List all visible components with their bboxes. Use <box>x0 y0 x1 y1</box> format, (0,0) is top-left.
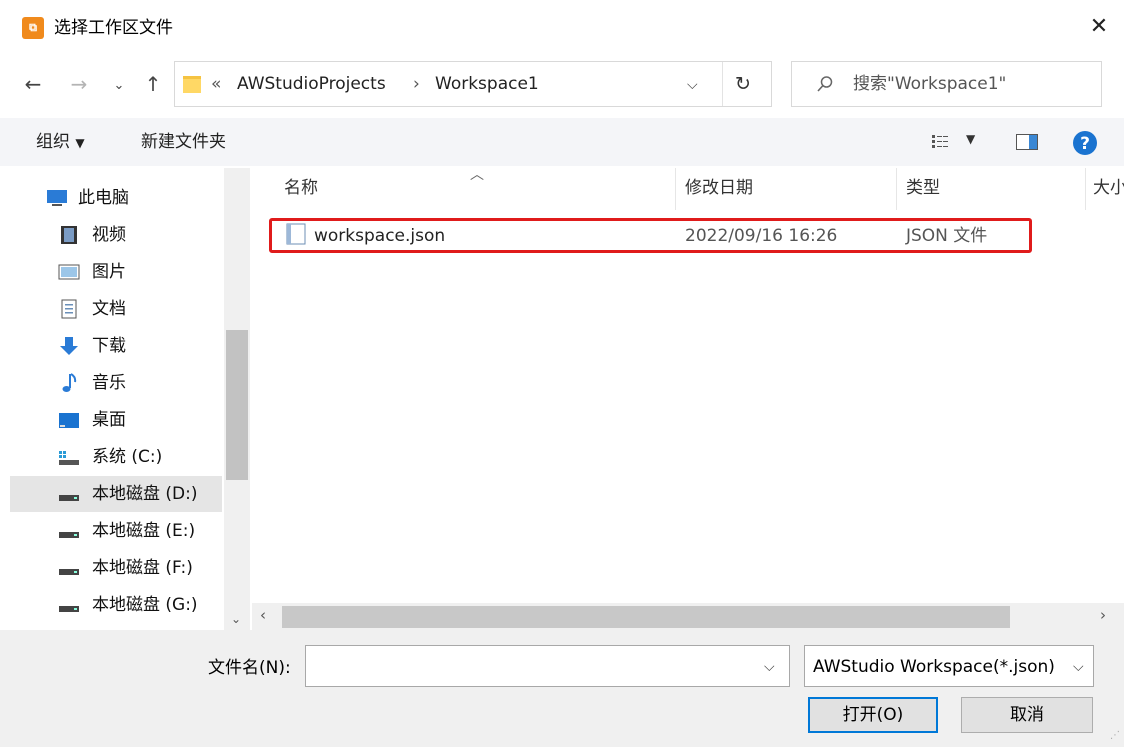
back-button[interactable]: ← <box>20 72 46 96</box>
sidebar-item-videos[interactable]: 视频 <box>10 217 222 253</box>
video-icon <box>61 226 77 244</box>
drive-icon <box>59 532 79 538</box>
close-icon: ✕ <box>1089 14 1109 39</box>
view-options-icon[interactable] <box>932 134 950 150</box>
sidebar-item-system-c[interactable]: 系统 (C:) <box>10 439 222 475</box>
column-divider[interactable] <box>896 168 897 210</box>
close-button[interactable]: ✕ <box>1082 10 1116 44</box>
recent-locations-button[interactable]: ⌄ <box>110 74 128 98</box>
sidebar-item-pictures[interactable]: 图片 <box>10 254 222 290</box>
horizontal-scroll-thumb[interactable] <box>282 606 1010 628</box>
help-icon[interactable]: ? <box>1072 130 1098 156</box>
download-icon <box>60 337 78 355</box>
column-header-size[interactable]: 大小 <box>1093 176 1124 200</box>
column-header-size-clip: 大小 <box>1093 168 1124 210</box>
preview-pane-icon[interactable] <box>1016 134 1038 150</box>
resize-grip-icon[interactable]: ⋰ <box>1110 730 1120 741</box>
sort-ascending-icon: ︿ <box>470 167 484 183</box>
sidebar-item-drive-e[interactable]: 本地磁盘 (E:) <box>10 513 222 549</box>
sidebar-item-drive-g[interactable]: 本地磁盘 (G:) <box>10 587 222 623</box>
filename-input[interactable] <box>305 645 790 687</box>
address-history-dropdown[interactable]: ⌵ <box>687 75 698 95</box>
scroll-left-icon[interactable]: ‹ <box>260 606 266 624</box>
search-placeholder: 搜索"Workspace1" <box>853 74 1007 94</box>
breadcrumb-overflow[interactable]: « <box>211 73 221 95</box>
arrow-right-icon: → <box>70 72 88 96</box>
document-icon <box>61 299 77 319</box>
organize-button[interactable]: 组织 ▼ <box>36 130 85 155</box>
filetype-select[interactable]: AWStudio Workspace(*.json) ⌵ <box>804 645 1094 687</box>
column-divider[interactable] <box>1085 168 1086 210</box>
arrow-left-icon: ← <box>24 72 42 96</box>
chevron-down-icon: ⌵ <box>1073 659 1084 675</box>
view-dropdown-arrow-icon[interactable]: ▼ <box>966 132 975 146</box>
sidebar-item-desktop[interactable]: 桌面 <box>10 402 222 438</box>
scroll-right-icon[interactable]: › <box>1100 606 1106 624</box>
sidebar-scroll-down[interactable]: ⌄ <box>231 612 241 626</box>
folder-icon <box>183 76 201 93</box>
new-folder-button[interactable]: 新建文件夹 <box>141 130 226 154</box>
sidebar-item-music[interactable]: 音乐 <box>10 365 222 401</box>
highlight-annotation <box>269 218 1032 253</box>
sidebar-item-this-pc[interactable]: 此电脑 <box>10 180 222 216</box>
column-header-type[interactable]: 类型 <box>906 176 940 200</box>
column-divider[interactable] <box>675 168 676 210</box>
system-drive-icon <box>59 451 79 465</box>
computer-icon <box>47 190 67 206</box>
sidebar-scroll-thumb[interactable] <box>226 330 248 480</box>
column-header-modified[interactable]: 修改日期 <box>685 176 753 200</box>
svg-text:?: ? <box>1080 134 1090 154</box>
sidebar-item-documents[interactable]: 文档 <box>10 291 222 327</box>
drive-icon <box>59 606 79 612</box>
window-title: 选择工作区文件 <box>54 18 173 38</box>
dropdown-arrow-icon: ▼ <box>75 136 85 150</box>
up-button[interactable]: ↑ <box>140 72 166 96</box>
filename-history-dropdown[interactable]: ⌵ <box>764 657 775 677</box>
sidebar-item-drive-f[interactable]: 本地磁盘 (F:) <box>10 550 222 586</box>
address-bar[interactable]: « AWStudioProjects › Workspace1 ⌵ ↻ <box>174 61 772 107</box>
chevron-down-icon: ⌄ <box>113 78 125 93</box>
cancel-button[interactable]: 取消 <box>961 697 1093 733</box>
search-icon <box>817 76 833 92</box>
app-icon: ⧉ <box>22 17 44 39</box>
filename-label: 文件名(N): <box>208 658 291 678</box>
refresh-icon: ↻ <box>735 73 751 95</box>
sidebar-item-downloads[interactable]: 下载 <box>10 328 222 364</box>
drive-icon <box>59 569 79 575</box>
breadcrumb-awstudioprojects[interactable]: AWStudioProjects <box>237 73 386 95</box>
search-box[interactable]: 搜索"Workspace1" <box>791 61 1102 107</box>
toolbar: 组织 ▼ 新建文件夹 ▼ ? <box>0 118 1124 166</box>
breadcrumb-separator[interactable]: › <box>413 73 420 95</box>
breadcrumb-workspace1[interactable]: Workspace1 <box>435 73 539 95</box>
forward-button[interactable]: → <box>66 72 92 96</box>
refresh-button[interactable]: ↻ <box>735 72 751 96</box>
filetype-value: AWStudio Workspace(*.json) <box>813 657 1055 677</box>
sidebar-item-drive-d[interactable]: 本地磁盘 (D:) <box>10 476 222 512</box>
picture-icon <box>58 264 80 280</box>
drive-icon <box>59 495 79 501</box>
arrow-up-icon: ↑ <box>144 72 162 96</box>
address-divider <box>722 62 723 106</box>
open-button[interactable]: 打开(O) <box>808 697 938 733</box>
music-icon <box>62 373 77 392</box>
desktop-icon <box>59 413 79 428</box>
column-header-name[interactable]: 名称 <box>284 176 318 200</box>
